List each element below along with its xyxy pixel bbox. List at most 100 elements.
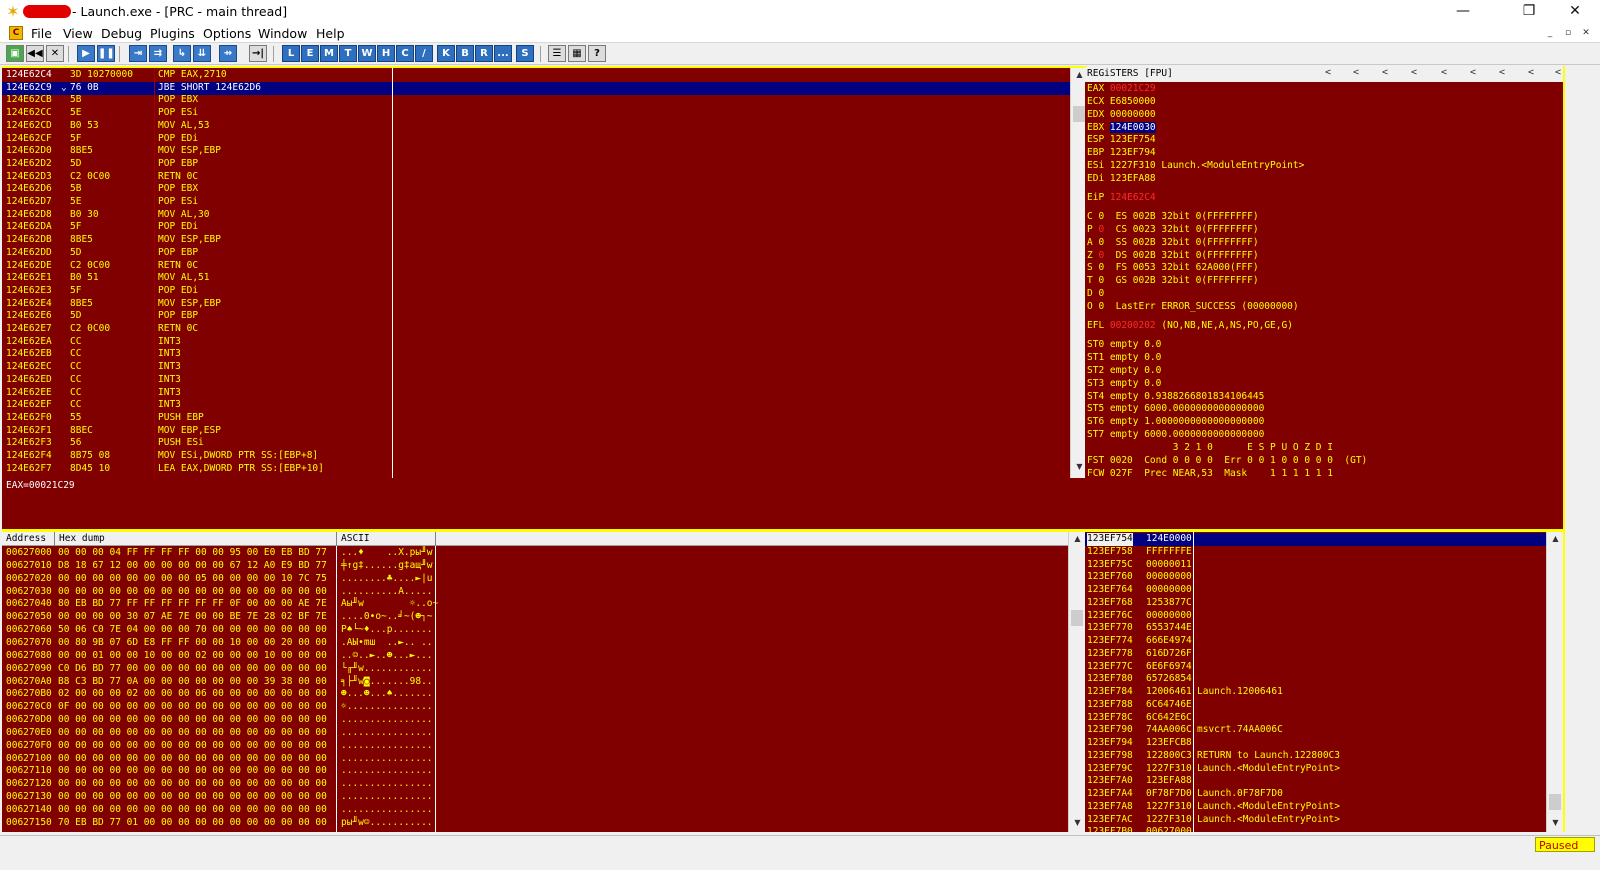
scroll-thumb[interactable] (1073, 106, 1085, 122)
list-icon[interactable]: ☰ (548, 45, 566, 62)
threads-window-button[interactable]: T (339, 45, 357, 62)
register-line[interactable]: D 0 (1087, 288, 1104, 301)
disasm-row[interactable]: 124E62F4 8B75 08 MOV ESi,DWORD PTR SS:[EBP… (2, 450, 1070, 463)
stack-row[interactable]: 123EF774 666E4974 (1085, 635, 1546, 648)
restart-icon[interactable]: ◀◀ (26, 45, 44, 62)
disasm-row[interactable]: 124E62CB 5B POP EBX (2, 94, 1070, 107)
disasm-row[interactable]: 124E62EC CC INT3 (2, 361, 1070, 374)
stack-scrollbar[interactable]: ▲ ▼ (1546, 532, 1563, 832)
stack-row[interactable]: 123EF754 124E0000 (1085, 533, 1546, 546)
registers-pane[interactable]: REGiSTERS [FPU] < < < < < < < < < EAX 00… (1085, 67, 1563, 529)
scroll-up-icon[interactable]: ▲ (1547, 532, 1563, 546)
disasm-row[interactable]: 124E62F3 56 PUSH ESi (2, 437, 1070, 450)
disasm-row[interactable]: 124E62DD 5D POP EBP (2, 247, 1070, 260)
disasm-row[interactable]: 124E62D2 5D POP EBP (2, 158, 1070, 171)
menu-debug[interactable]: Debug (101, 26, 142, 41)
menu-options[interactable]: Options (203, 26, 251, 41)
menu-plugins[interactable]: Plugins (150, 26, 195, 41)
dump-scrollbar[interactable]: ▲ ▼ (1068, 532, 1085, 832)
log-window-button[interactable]: L (282, 45, 300, 62)
disasm-row[interactable]: 124E62E4 8BE5 MOV ESP,EBP (2, 298, 1070, 311)
disasm-row[interactable]: 124E62E7 C2 0C00 RETN 0C (2, 323, 1070, 336)
register-line[interactable]: ST0 empty 0.0 (1087, 339, 1161, 352)
stack-row[interactable]: 123EF7A4 0F78F7D0 Launch.0F78F7D0 (1085, 788, 1546, 801)
disassembly-list[interactable]: 124E62C4 3D 10270000 CMP EAX,2710 124E62C9 ⌄… (2, 68, 1070, 487)
references-window-button[interactable]: R (475, 45, 493, 62)
step-into-icon[interactable]: ⇥ (129, 45, 147, 62)
disasm-row[interactable]: 124E62EE CC INT3 (2, 387, 1070, 400)
run-trace-window-button[interactable]: ... (494, 45, 512, 62)
reg-arrow-icon[interactable]: < (1382, 67, 1388, 80)
register-line[interactable]: S 0 FS 0053 32bit 62A000(FFF) (1087, 262, 1259, 275)
reg-arrow-icon[interactable]: < (1441, 67, 1447, 80)
stack-row[interactable]: 123EF768 1253877C (1085, 597, 1546, 610)
close-window-icon[interactable]: ✕ (1552, 0, 1598, 24)
register-line[interactable]: A 0 SS 002B 32bit 0(FFFFFFFF) (1087, 237, 1259, 250)
memory-dump-pane[interactable]: Address Hex dump ASCII 00627000 00 00 00 … (2, 532, 1085, 832)
menu-help[interactable]: Help (316, 26, 345, 41)
disasm-row[interactable]: 124E62CF 5F POP EDi (2, 133, 1070, 146)
stack-row[interactable]: 123EF7A8 1227F310 Launch.<ModuleEntryPoint… (1085, 801, 1546, 814)
reg-arrow-icon[interactable]: < (1411, 67, 1417, 80)
disasm-row[interactable]: 124E62EF CC INT3 (2, 399, 1070, 412)
register-line[interactable]: Z 0 DS 002B 32bit 0(FFFFFFFF) (1087, 250, 1259, 263)
disasm-row[interactable]: 124E62E6 5D POP EBP (2, 310, 1070, 323)
register-line[interactable]: FCW 027F Prec NEAR,53 Mask 1 1 1 1 1 1 (1087, 468, 1333, 481)
register-line[interactable]: ST7 empty 6000.0000000000000000 (1087, 429, 1264, 442)
reg-arrow-icon[interactable]: < (1353, 67, 1359, 80)
dump-header-hex[interactable]: Hex dump (59, 533, 105, 545)
register-line[interactable]: ST2 empty 0.0 (1087, 365, 1161, 378)
register-line[interactable]: EBX 124E0030 (1087, 121, 1156, 135)
close-icon[interactable]: ✕ (46, 45, 64, 62)
scroll-down-icon[interactable]: ▼ (1069, 816, 1085, 830)
register-line[interactable]: EDi 123EFA88 (1087, 173, 1156, 186)
stack-row[interactable]: 123EF784 12006461 Launch.12006461 (1085, 686, 1546, 699)
register-line[interactable]: T 0 GS 002B 32bit 0(FFFFFFFF) (1087, 275, 1259, 288)
register-line[interactable]: EAX 00021C29 (1087, 83, 1156, 96)
handles-window-button[interactable]: H (377, 45, 395, 62)
trace-into-icon[interactable]: ↳ (173, 45, 191, 62)
disasm-row[interactable]: 124E62D8 B0 30 MOV AL,30 (2, 209, 1070, 222)
disasm-row[interactable]: 124E62D3 C2 0C00 RETN 0C (2, 171, 1070, 184)
memory-window-button[interactable]: M (320, 45, 338, 62)
register-line[interactable]: EFL 00200202 (NO,NB,NE,A,NS,PO,GE,G) (1087, 320, 1293, 333)
disasm-row[interactable]: 124E62CC 5E POP ESi (2, 107, 1070, 120)
stack-row[interactable]: 123EF76C 00000000 (1085, 610, 1546, 623)
disasm-row[interactable]: 124E62DB 8BE5 MOV ESP,EBP (2, 234, 1070, 247)
mdi-restore-icon[interactable]: ▫ (1561, 27, 1575, 40)
mdi-close-icon[interactable]: ✕ (1579, 27, 1593, 40)
register-line[interactable]: ST6 empty 1.0000000000000000000 (1087, 416, 1264, 429)
register-line[interactable]: ESP 123EF754 (1087, 134, 1156, 147)
patches-window-button[interactable]: / (415, 45, 433, 62)
disasm-row[interactable]: 124E62C9 ⌄ 76 0B JBE SHORT 124E62D6 (2, 81, 1070, 95)
step-over-icon[interactable]: ⇉ (149, 45, 167, 62)
restore-icon[interactable]: ❐ (1506, 0, 1552, 24)
register-line[interactable]: ST3 empty 0.0 (1087, 378, 1161, 391)
reg-arrow-icon[interactable]: < (1528, 67, 1534, 80)
disasm-row[interactable]: 124E62D7 5E POP ESi (2, 196, 1070, 209)
dump-header-address[interactable]: Address (6, 533, 46, 545)
disasm-row[interactable]: 124E62EA CC INT3 (2, 336, 1070, 349)
stack-pane[interactable]: 123EF754 124E0000 123EF758 FFFFFFFE 123EF75C… (1085, 532, 1563, 832)
dump-header-ascii[interactable]: ASCII (341, 533, 370, 545)
mdi-minimize-icon[interactable]: _ (1543, 27, 1557, 40)
stack-row[interactable]: 123EF7A0 123EFA88 (1085, 775, 1546, 788)
disasm-row[interactable]: 124E62DE C2 0C00 RETN 0C (2, 260, 1070, 273)
stack-row[interactable]: 123EF77C 6E6F6974 (1085, 661, 1546, 674)
stack-row[interactable]: 123EF788 6C64746E (1085, 699, 1546, 712)
stack-row[interactable]: 123EF794 123EFCB8 (1085, 737, 1546, 750)
disasm-row[interactable]: 124E62EB CC INT3 (2, 348, 1070, 361)
register-line[interactable]: EDX 00000000 (1087, 109, 1156, 122)
disasm-row[interactable]: 124E62D6 5B POP EBX (2, 183, 1070, 196)
registers-header[interactable]: REGiSTERS [FPU] < < < < < < < < < (1085, 67, 1563, 82)
disasm-row[interactable]: 124E62DA 5F POP EDi (2, 221, 1070, 234)
stack-row[interactable]: 123EF764 00000000 (1085, 584, 1546, 597)
stack-row[interactable]: 123EF79C 1227F310 Launch.<ModuleEntryPoint… (1085, 763, 1546, 776)
disasm-row[interactable]: 124E62C4 3D 10270000 CMP EAX,2710 (2, 69, 1070, 82)
register-line[interactable]: C 0 ES 002B 32bit 0(FFFFFFFF) (1087, 211, 1259, 224)
menu-view[interactable]: View (63, 26, 93, 41)
disasm-row[interactable]: 124E62ED CC INT3 (2, 374, 1070, 387)
modules-window-button[interactable]: E (301, 45, 319, 62)
stack-row[interactable]: 123EF778 616D726F (1085, 648, 1546, 661)
disasm-row[interactable]: 124E62D0 8BE5 MOV ESP,EBP (2, 145, 1070, 158)
